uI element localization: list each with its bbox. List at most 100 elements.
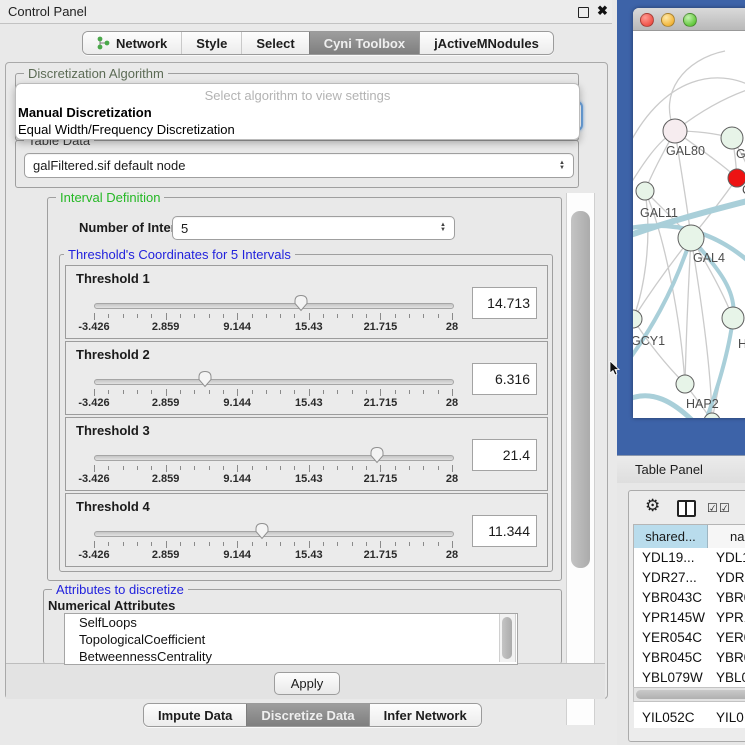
tab-infer-network[interactable]: Infer Network [369,704,481,726]
attributes-group-title: Attributes to discretize [52,582,188,597]
table-row[interactable]: YBR045CYBR0 [634,648,745,668]
tab-impute-data[interactable]: Impute Data [144,704,246,726]
slider-track[interactable] [94,455,454,461]
cell-name: YBL0 [716,668,745,688]
network-node-g[interactable] [721,127,743,149]
network-node-gal80[interactable] [663,119,687,143]
attributes-list-scrollbar[interactable] [499,614,516,662]
slider-tick [209,542,210,546]
float-window-icon[interactable] [578,7,589,18]
slider-tick [166,389,167,396]
attributes-scrollbar-thumb[interactable] [502,617,512,659]
cell-name: YBR0 [716,588,745,608]
threshold-value-field[interactable]: 21.4 [472,439,537,471]
network-canvas[interactable]: GAL80GCGAL11GAL4GCY1HHAP2 [633,31,745,418]
column-header-name[interactable]: na [708,525,745,548]
table-panel-titlebar[interactable]: Table Panel [617,455,745,484]
tab-select[interactable]: Select [241,32,308,54]
tab-style[interactable]: Style [181,32,241,54]
zoom-traffic-light[interactable] [683,13,697,27]
slider-tick [194,466,195,470]
slider-tick [337,390,338,394]
table-horizontal-scrollbar[interactable] [633,687,745,702]
screen: Control Panel ✖ Network Style Select Cyn… [0,0,745,745]
slider-track[interactable] [94,531,454,537]
threshold-box: Threshold 3-3.4262.8599.14415.4321.71528… [65,417,548,491]
checkbox-icon[interactable]: ☑ [707,501,718,515]
columns-icon[interactable] [677,500,696,517]
network-node-h[interactable] [722,307,744,329]
table-hscrollbar-thumb[interactable] [636,690,745,699]
slider-tick [108,314,109,318]
tab-discretize-data-label: Discretize Data [261,708,354,723]
slider-tick [423,390,424,394]
slider-tick [252,466,253,470]
slider-tick-label: 2.859 [152,321,180,333]
table-row[interactable]: YPR145WYPR1 [634,608,745,628]
minimize-traffic-light[interactable] [661,13,675,27]
cyni-toolbox-panel: Discretization Algorithm ▲▼ Select algor… [5,62,608,699]
close-traffic-light[interactable] [640,13,654,27]
network-node-gal4[interactable] [678,225,704,251]
threshold-value-field[interactable]: 6.316 [472,363,537,395]
table-row[interactable]: YIL052CYIL0 [634,708,745,728]
table-row[interactable]: YDR27...YDR2 [634,568,745,588]
slider-track[interactable] [94,303,454,309]
stepper-icon: ▲▼ [553,161,565,171]
network-window-titlebar[interactable] [633,8,745,31]
panel-scrollbar-thumb[interactable] [571,211,590,568]
network-node-gal11[interactable] [636,182,654,200]
table-row[interactable]: YER054CYER0 [634,628,745,648]
checkbox-icon[interactable]: ☑ [719,501,730,515]
close-icon[interactable]: ✖ [597,3,608,19]
slider-thumb[interactable] [369,446,385,464]
list-item[interactable]: TopologicalCoefficient [65,631,517,648]
panel-scrollbar[interactable] [566,193,595,725]
slider-track[interactable] [94,379,454,385]
slider-tick [438,390,439,394]
tab-network[interactable]: Network [83,32,181,54]
table-panel-inner: ⚙ ☑ ☑ shared... na YDL19...YDL1YDR27...Y… [628,490,745,742]
slider-tick [180,466,181,470]
tab-jactivemnodules[interactable]: jActiveMNodules [419,32,553,54]
list-item[interactable]: SelfLoops [65,614,517,631]
list-item[interactable]: BetweennessCentrality [65,648,517,665]
table-row[interactable]: YBR043CYBR0 [634,588,745,608]
algorithm-option-equal-width[interactable]: Equal Width/Frequency Discretization [18,122,235,137]
algorithm-dropdown-popup: Select algorithm to view settings Manual… [15,83,580,140]
slider-thumb[interactable] [254,522,270,540]
threshold-value-field[interactable]: 11.344 [472,515,537,547]
slider-tick [380,541,381,548]
threshold-label: Threshold 1 [76,271,150,286]
network-node-hap2[interactable] [676,375,694,393]
slider-thumb[interactable] [197,370,213,388]
slider-tick [223,466,224,470]
tab-discretize-data[interactable]: Discretize Data [246,704,368,726]
slider-tick [194,390,195,394]
table-row[interactable]: YBL079WYBL0 [634,668,745,688]
slider-tick [309,313,310,320]
table-row[interactable]: YDL19...YDL1 [634,548,745,568]
num-intervals-combobox[interactable]: 5 ▲▼ [172,216,455,240]
slider-tick [151,314,152,318]
network-node-gcy1[interactable] [633,310,642,328]
slider-tick [337,314,338,318]
slider-tick [166,541,167,548]
cell-shared-name: YIL052C [642,708,695,728]
threshold-value-field[interactable]: 14.713 [472,287,537,319]
slider-tick [423,314,424,318]
slider-tick [223,542,224,546]
slider-thumb[interactable] [293,294,309,312]
tab-cyni-toolbox[interactable]: Cyni Toolbox [309,32,419,54]
slider-tick-label: 28 [446,397,458,409]
slider-tick [252,314,253,318]
control-panel-tabs: Network Style Select Cyni Toolbox jActiv… [82,31,554,55]
table-data-combobox[interactable]: galFiltered.sif default node ▲▼ [24,153,574,178]
slider-tick-label: 15.43 [295,473,323,485]
cell-shared-name: YDL19... [642,548,695,568]
gear-icon[interactable]: ⚙ [645,496,660,516]
column-header-shared-name[interactable]: shared... [634,525,708,548]
algorithm-option-manual[interactable]: Manual Discretization [18,105,152,120]
apply-button[interactable]: Apply [274,672,340,695]
numerical-attributes-list[interactable]: SelfLoopsTopologicalCoefficientBetweenne… [64,613,518,665]
